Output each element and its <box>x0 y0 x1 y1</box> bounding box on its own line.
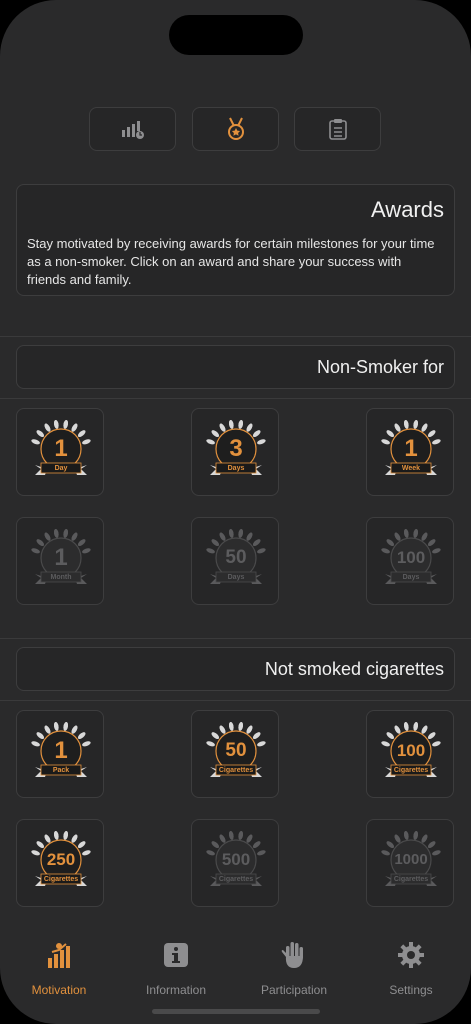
tab-label: Motivation <box>31 983 87 997</box>
awards-description: Stay motivated by receiving awards for c… <box>27 236 435 287</box>
section-title: Not smoked cigarettes <box>264 659 444 679</box>
motivation-icon <box>48 943 70 968</box>
divider <box>0 398 471 399</box>
tab-information[interactable]: Information <box>121 940 231 1000</box>
section-title: Non-Smoker for <box>316 357 444 377</box>
award-label: Month <box>50 574 72 581</box>
award-label: Cigarettes <box>393 876 429 883</box>
tab-motivation[interactable]: Motivation <box>4 940 114 1000</box>
checklist-tab-button[interactable] <box>294 107 381 151</box>
award-badge[interactable]: 100 Cigarettes <box>366 710 454 798</box>
award-number: 1 <box>54 544 68 571</box>
award-badge[interactable]: 1 Pack <box>16 710 104 798</box>
award-badge[interactable]: 100 Days <box>366 517 454 605</box>
tab-settings[interactable]: Settings <box>356 940 466 1000</box>
award-label: Week <box>401 465 421 472</box>
page-title: Awards <box>371 197 444 222</box>
award-label: Days <box>402 574 420 581</box>
section-header-non-smoker: Non-Smoker for <box>16 345 455 389</box>
clipboard-icon <box>328 119 347 140</box>
award-number: 500 <box>221 849 251 869</box>
section-header-cigarettes: Not smoked cigarettes <box>16 647 455 691</box>
award-label: Pack <box>52 767 70 774</box>
award-number: 50 <box>225 546 247 568</box>
tab-participation[interactable]: Participation <box>239 940 349 1000</box>
awards-tab-button[interactable] <box>192 107 279 151</box>
gear-icon <box>398 942 424 968</box>
award-label: Days <box>227 574 245 581</box>
award-badge[interactable]: 1 Week <box>366 408 454 496</box>
award-badge[interactable]: 500 Cigarettes <box>191 819 279 907</box>
award-label: Cigarettes <box>43 876 79 883</box>
award-badge[interactable]: 1 Month <box>16 517 104 605</box>
divider <box>0 638 471 639</box>
app-screen: Awards Stay motivated by receiving award… <box>0 0 471 1024</box>
award-number: 1000 <box>394 850 428 868</box>
award-number: 1 <box>54 737 68 764</box>
home-indicator <box>152 1009 320 1014</box>
award-label: Days <box>227 465 245 472</box>
medal-icon <box>227 117 244 140</box>
award-label: Cigarettes <box>218 767 254 774</box>
award-number: 3 <box>229 435 243 462</box>
hand-icon <box>281 942 303 968</box>
award-label: Cigarettes <box>393 767 429 774</box>
award-number: 1 <box>54 435 68 462</box>
award-badge[interactable]: 1000 Cigarettes <box>366 819 454 907</box>
award-number: 1 <box>404 435 418 462</box>
award-badge[interactable]: 50 Days <box>191 517 279 605</box>
award-badge[interactable]: 250 Cigarettes <box>16 819 104 907</box>
award-number: 50 <box>225 739 247 761</box>
statistics-tab-button[interactable] <box>89 107 176 151</box>
award-badge[interactable]: 1 Day <box>16 408 104 496</box>
dynamic-island <box>169 15 303 55</box>
statistics-icon <box>121 121 144 139</box>
divider <box>0 700 471 701</box>
award-number: 100 <box>396 740 426 760</box>
tab-label: Information <box>145 983 207 997</box>
award-label: Day <box>54 465 68 472</box>
awards-header-card: Awards Stay motivated by receiving award… <box>16 184 455 296</box>
award-badge[interactable]: 50 Cigarettes <box>191 710 279 798</box>
award-number: 100 <box>396 547 426 567</box>
info-icon <box>164 943 188 967</box>
award-badge[interactable]: 3 Days <box>191 408 279 496</box>
award-label: Cigarettes <box>218 876 254 883</box>
tab-label: Settings <box>389 983 433 997</box>
award-number: 250 <box>46 849 76 869</box>
tab-label: Participation <box>260 983 328 997</box>
divider <box>0 336 471 337</box>
